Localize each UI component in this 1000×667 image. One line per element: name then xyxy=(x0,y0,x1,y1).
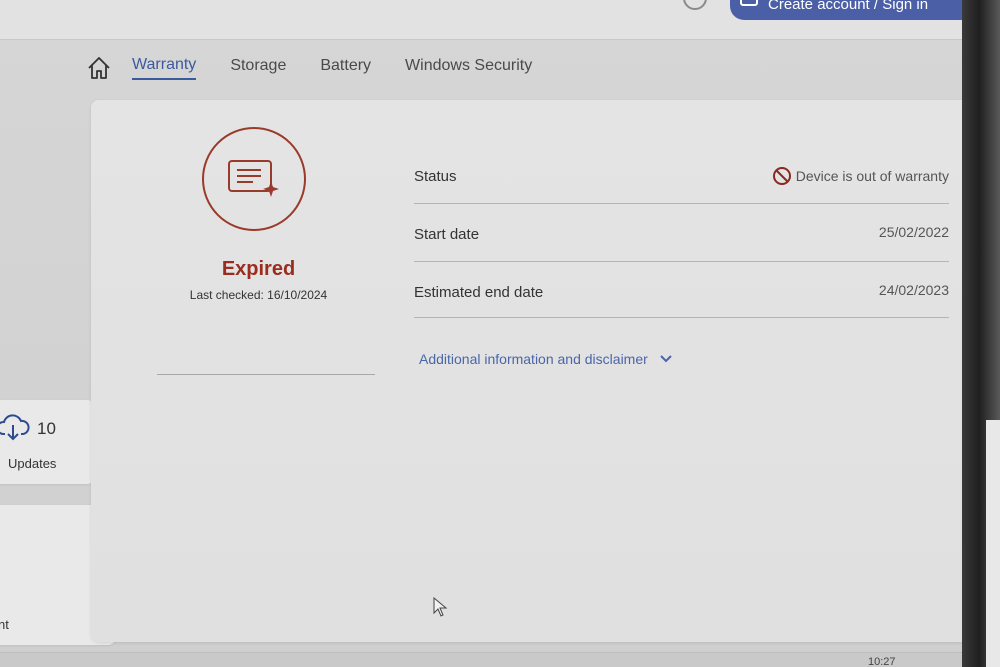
create-account-button[interactable]: Create account / Sign in xyxy=(730,0,962,20)
app-window: Create account / Sign in Warranty Storag… xyxy=(0,0,962,667)
chevron-down-icon xyxy=(660,355,672,363)
home-icon[interactable] xyxy=(86,55,112,81)
end-date-value: 24/02/2023 xyxy=(878,282,949,298)
cloud-download-icon xyxy=(0,414,30,441)
prohibited-icon xyxy=(772,167,791,185)
updates-card[interactable]: 10 Updates xyxy=(0,400,95,484)
divider xyxy=(157,374,375,375)
start-date-row: Start date 25/02/2022 xyxy=(414,204,949,262)
tab-warranty[interactable]: Warranty xyxy=(132,56,197,80)
start-date-value: 25/02/2022 xyxy=(878,224,949,240)
status-text: Device is out of warranty xyxy=(795,168,949,184)
updates-count: 10 xyxy=(37,419,56,438)
end-date-label: Estimated end date xyxy=(414,284,544,301)
additional-info-toggle[interactable]: Additional information and disclaimer xyxy=(419,351,672,367)
updates-label: Updates xyxy=(8,456,57,471)
account-card-icon xyxy=(740,0,758,6)
status-value: Device is out of warranty xyxy=(772,166,949,186)
tab-windows-security[interactable]: Windows Security xyxy=(405,57,532,79)
taskbar xyxy=(0,652,962,667)
profile-circle-icon[interactable] xyxy=(683,0,707,10)
start-date-label: Start date xyxy=(414,226,480,243)
last-checked: Last checked: 16/10/2024 xyxy=(189,288,328,302)
account-button-label: Create account / Sign in xyxy=(768,0,929,13)
top-bar: Create account / Sign in xyxy=(0,0,962,40)
mouse-cursor-icon xyxy=(433,597,448,617)
warranty-badge xyxy=(202,127,306,231)
warranty-certificate-icon xyxy=(228,160,279,197)
end-date-row: Estimated end date 24/02/2023 xyxy=(414,262,949,318)
tab-battery[interactable]: Battery xyxy=(320,57,371,79)
status-row: Status Device is out of warranty xyxy=(414,146,949,204)
warranty-state: Expired xyxy=(221,258,296,280)
tab-storage[interactable]: Storage xyxy=(230,57,286,79)
warranty-panel: Expired Last checked: 16/10/2024 Status … xyxy=(91,100,962,642)
additional-info-label: Additional information and disclaimer xyxy=(419,351,648,367)
monitor-bezel xyxy=(962,0,1000,667)
sidebar-card-label: nt xyxy=(0,617,9,632)
status-label: Status xyxy=(414,168,457,185)
taskbar-clock: 10:27 xyxy=(868,656,896,667)
tab-bar: Warranty Storage Battery Windows Securit… xyxy=(86,48,566,88)
